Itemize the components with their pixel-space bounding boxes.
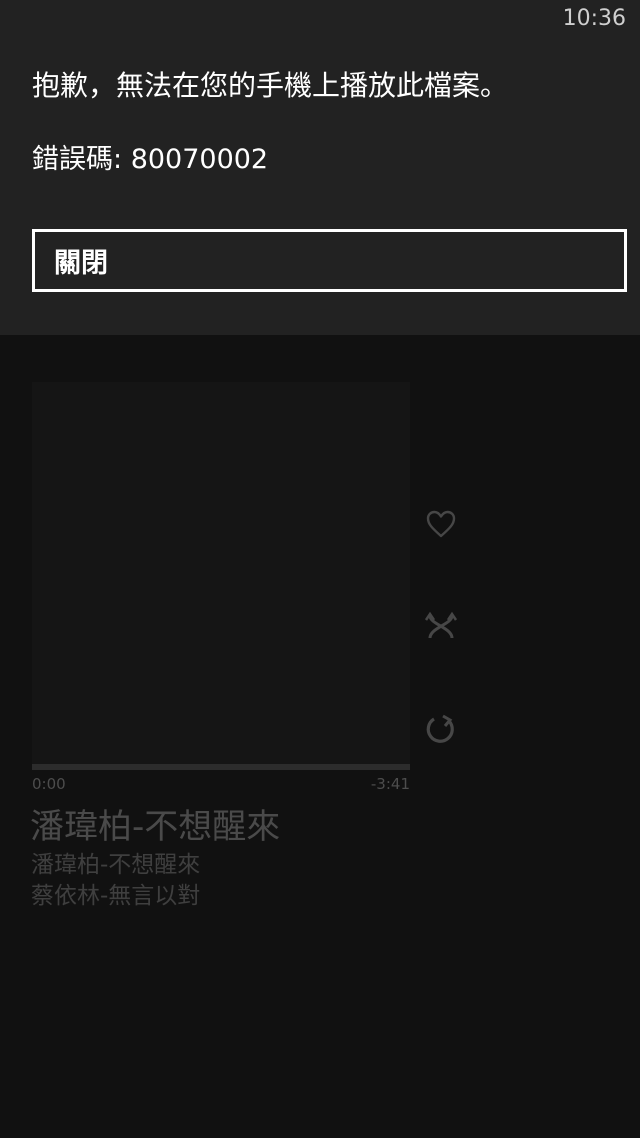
repeat-icon[interactable] (424, 712, 458, 746)
error-code: 錯誤碼: 80070002 (32, 137, 268, 176)
error-code-label: 錯誤碼 (32, 144, 113, 175)
elapsed-time: 0:00 (32, 775, 66, 793)
album-art (32, 382, 410, 765)
progress-bar[interactable] (32, 764, 410, 770)
shuffle-icon[interactable] (424, 610, 458, 644)
up-next-item[interactable]: 蔡依林-無言以對 (31, 876, 200, 910)
now-playing-title: 潘瑋柏-不想醒來 (30, 807, 281, 847)
error-dialog: 10:36 抱歉，無法在您的手機上播放此檔案。 錯誤碼: 80070002 關閉 (0, 0, 640, 335)
heart-icon[interactable] (424, 507, 458, 541)
error-code-separator: : (113, 144, 131, 175)
dialog-message: 抱歉，無法在您的手機上播放此檔案。 (32, 69, 509, 102)
screen: 0:00 -3:41 潘瑋柏-不想醒來 潘瑋柏-不想醒來 蔡依林-無言以對 10… (0, 0, 640, 1138)
status-bar-time: 10:36 (562, 6, 626, 31)
error-code-value: 80070002 (130, 144, 269, 175)
close-button[interactable]: 關閉 (32, 229, 627, 292)
up-next-item[interactable]: 潘瑋柏-不想醒來 (31, 845, 200, 879)
remaining-time: -3:41 (370, 775, 410, 793)
